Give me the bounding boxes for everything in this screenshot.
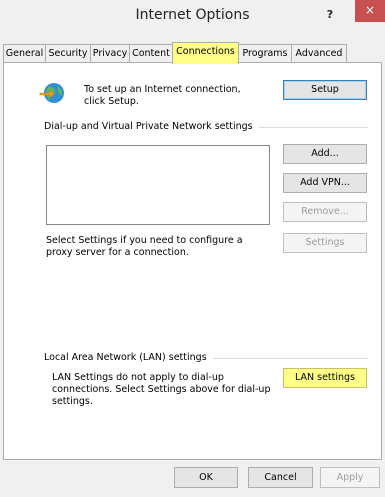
apply-button[interactable]: Apply <box>320 467 380 488</box>
tab-advanced[interactable]: Advanced <box>291 44 347 63</box>
setup-button[interactable]: Setup <box>283 80 367 100</box>
close-button[interactable]: × <box>355 0 385 22</box>
cancel-button[interactable]: Cancel <box>248 467 313 488</box>
tab-general[interactable]: General <box>3 44 46 63</box>
remove-button[interactable]: Remove... <box>283 202 367 222</box>
lan-settings-button[interactable]: LAN settings <box>283 368 367 388</box>
tab-connections[interactable]: Connections <box>172 42 239 64</box>
help-button[interactable]: ? <box>320 4 340 26</box>
dialup-group-label: Dial-up and Virtual Private Network sett… <box>44 121 259 132</box>
title-bar: Internet Options ? × <box>0 0 385 34</box>
tab-security[interactable]: Security <box>45 44 91 63</box>
setup-description: To set up an Internet connection, click … <box>84 84 241 107</box>
lan-group-label: Local Area Network (LAN) settings <box>44 352 213 363</box>
tab-content[interactable]: Content <box>129 44 173 63</box>
add-button[interactable]: Add... <box>283 144 367 164</box>
internet-connection-icon <box>39 83 64 103</box>
proxy-settings-description: Select Settings if you need to configure… <box>46 235 243 258</box>
tab-strip: General Security Privacy Content Connect… <box>3 42 383 64</box>
lan-description: LAN Settings do not apply to dial-up con… <box>52 372 271 407</box>
connections-list[interactable] <box>46 145 270 225</box>
add-vpn-button[interactable]: Add VPN... <box>283 173 367 193</box>
tab-privacy[interactable]: Privacy <box>90 44 130 63</box>
ok-button[interactable]: OK <box>174 467 238 488</box>
settings-button[interactable]: Settings <box>283 233 367 253</box>
tab-programs[interactable]: Programs <box>238 44 292 63</box>
